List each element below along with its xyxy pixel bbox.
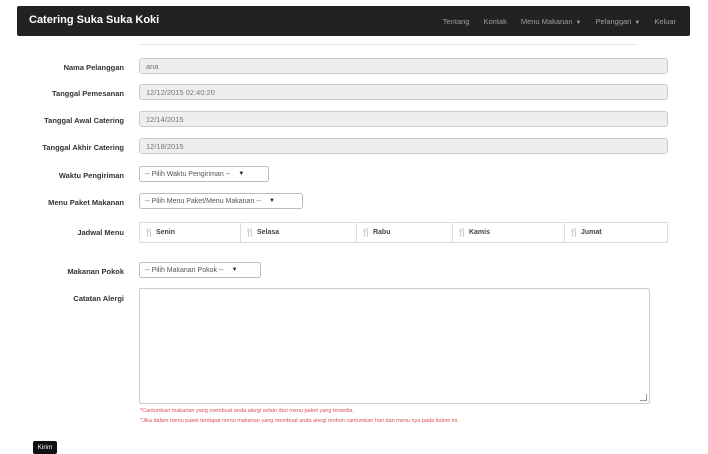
tanggal-pemesanan-label: Tanggal Pemesanan <box>52 89 124 98</box>
makanan-pokok-value: -- Pilih Makanan Pokok -- <box>145 266 224 274</box>
day-label: Kamis <box>468 229 490 236</box>
nama-pelanggan-field[interactable]: ana <box>139 58 668 74</box>
nav-kontak[interactable]: Kontak <box>483 17 506 26</box>
fork-knife-icon: 🍴 <box>245 228 255 237</box>
menu-paket-select[interactable]: -- Pilih Menu Paket/Menu Makanan -- ▼ <box>139 193 303 209</box>
makanan-pokok-label: Makanan Pokok <box>67 267 124 276</box>
jadwal-day-rabu: 🍴 Rabu <box>357 223 453 242</box>
tanggal-akhir-label: Tanggal Akhir Catering <box>42 143 124 152</box>
kirim-button[interactable]: Kirim <box>33 441 57 454</box>
jadwal-menu-label: Jadwal Menu <box>77 228 124 237</box>
tanggal-akhir-field[interactable]: 12/18/2015 <box>139 138 668 154</box>
fork-knife-icon: 🍴 <box>569 228 579 237</box>
nav-keluar[interactable]: Keluar <box>654 17 676 26</box>
triangle-down-icon: ▼ <box>268 198 275 204</box>
catatan-alergi-textarea[interactable] <box>139 288 650 404</box>
divider <box>138 44 638 45</box>
jadwal-day-selasa: 🍴 Selasa <box>241 223 357 242</box>
waktu-pengiriman-select[interactable]: -- Pilih Waktu Pengiriman -- ▼ <box>139 166 269 182</box>
waktu-pengiriman-label: Waktu Pengiriman <box>58 171 124 180</box>
nav-kontak-label: Kontak <box>483 17 507 26</box>
jadwal-menu-table: 🍴 Senin 🍴 Selasa 🍴 Rabu 🍴 Kamis 🍴 Jumat <box>139 222 668 243</box>
day-label: Senin <box>155 229 176 236</box>
day-label: Rabu <box>372 229 391 236</box>
nav-pelanggan-label: Pelanggan <box>595 17 632 26</box>
triangle-down-icon: ▼ <box>238 171 245 177</box>
brand-title[interactable]: Catering Suka Suka Koki <box>29 14 159 26</box>
nav-tentang[interactable]: Tentang <box>443 17 470 26</box>
menu-paket-label: Menu Paket Makanan <box>48 198 124 207</box>
caret-down-icon: ▼ <box>575 20 582 26</box>
alergi-note-2: *Jika dalam menu paket terdapat menu mak… <box>140 418 459 424</box>
tanggal-awal-label: Tanggal Awal Catering <box>44 116 124 125</box>
nav-menu-makanan-dropdown[interactable]: Menu Makanan ▼ <box>521 17 582 26</box>
catatan-alergi-label: Catatan Alergi <box>73 294 124 303</box>
jadwal-day-kamis: 🍴 Kamis <box>453 223 565 242</box>
nav-menu-makanan-label: Menu Makanan <box>520 17 573 26</box>
alergi-note-1: *Cantumkan makanan yang membuat anda ale… <box>140 408 355 414</box>
jadwal-day-senin: 🍴 Senin <box>140 223 241 242</box>
nav-pelanggan-dropdown[interactable]: Pelanggan ▼ <box>595 17 640 26</box>
tanggal-pemesanan-field[interactable]: 12/12/2015 02:40:20 <box>139 84 668 100</box>
navbar: Catering Suka Suka Koki Tentang Kontak M… <box>17 6 690 36</box>
nav-tentang-label: Tentang <box>442 17 470 26</box>
caret-down-icon: ▼ <box>634 20 641 26</box>
tanggal-awal-field[interactable]: 12/14/2015 <box>139 111 668 127</box>
fork-knife-icon: 🍴 <box>457 228 467 237</box>
fork-knife-icon: 🍴 <box>361 228 371 237</box>
triangle-down-icon: ▼ <box>231 267 238 273</box>
resize-grip-icon[interactable] <box>640 394 647 401</box>
makanan-pokok-select[interactable]: -- Pilih Makanan Pokok -- ▼ <box>139 262 261 278</box>
nama-pelanggan-label: Nama Pelanggan <box>63 63 124 72</box>
jadwal-day-jumat: 🍴 Jumat <box>565 223 667 242</box>
waktu-pengiriman-value: -- Pilih Waktu Pengiriman -- <box>145 170 231 178</box>
nav-links: Tentang Kontak Menu Makanan ▼ Pelanggan ▼ … <box>443 17 676 26</box>
day-label: Selasa <box>256 229 280 236</box>
day-label: Jumat <box>580 229 602 236</box>
nav-keluar-label: Keluar <box>654 17 676 26</box>
fork-knife-icon: 🍴 <box>144 228 154 237</box>
menu-paket-value: -- Pilih Menu Paket/Menu Makanan -- <box>145 197 261 205</box>
